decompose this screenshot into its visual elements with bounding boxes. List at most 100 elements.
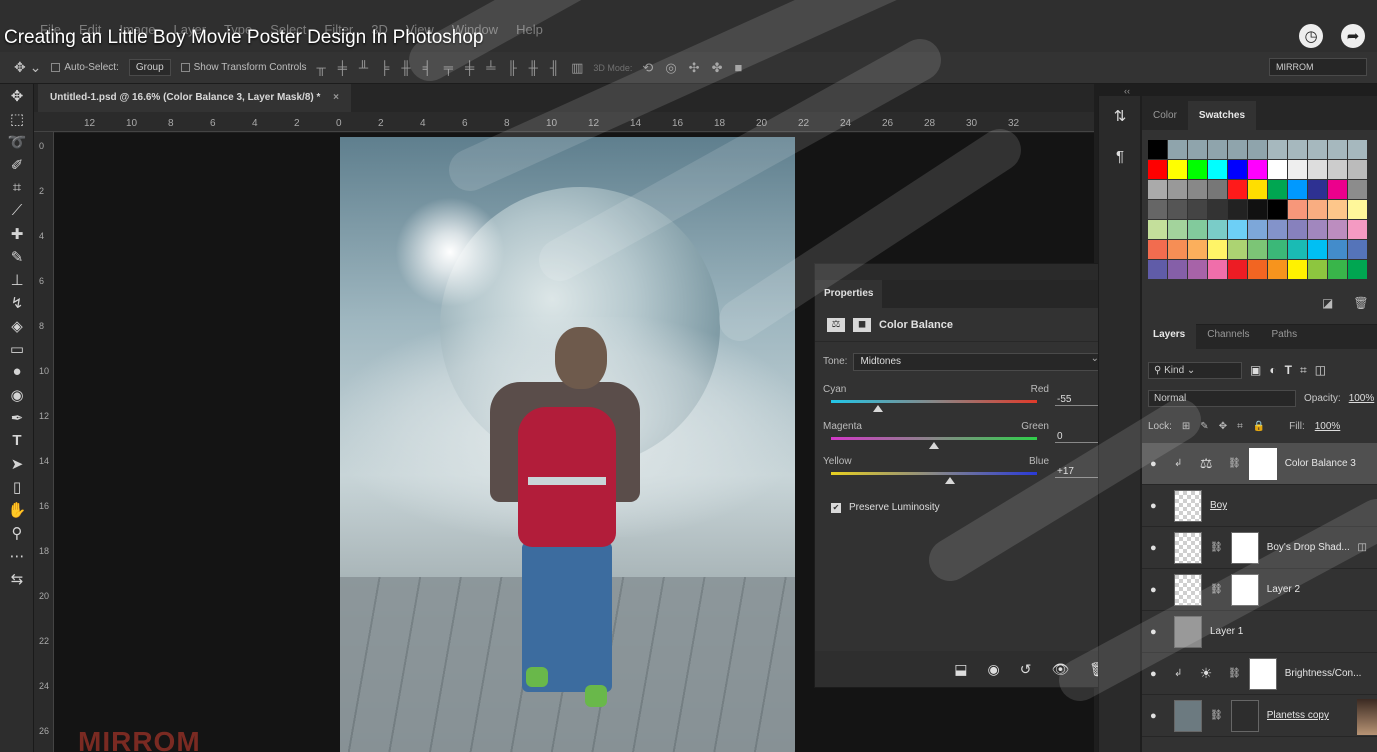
- layer-row[interactable]: ● ↲ ⚖ ⛓ Color Balance 3: [1142, 443, 1377, 485]
- lock-image-icon[interactable]: ✎: [1200, 421, 1208, 432]
- color-swatch[interactable]: [1248, 180, 1267, 199]
- link-icon[interactable]: ⛓: [1210, 542, 1223, 553]
- lock-all-icon[interactable]: 🔒: [1253, 421, 1265, 432]
- color-swatch[interactable]: [1328, 200, 1347, 219]
- layer-mask-thumbnail[interactable]: [1230, 531, 1259, 564]
- slider-value-field[interactable]: 0: [1055, 431, 1103, 443]
- layer-mask-thumbnail[interactable]: [1230, 699, 1259, 732]
- fill-value[interactable]: 100%: [1315, 421, 1341, 432]
- color-swatch[interactable]: [1288, 160, 1307, 179]
- color-swatch[interactable]: [1168, 200, 1187, 219]
- color-swatch[interactable]: [1188, 240, 1207, 259]
- color-swatch[interactable]: [1248, 160, 1267, 179]
- opacity-value[interactable]: 100%: [1349, 393, 1375, 404]
- blur-tool-icon[interactable]: ●: [0, 360, 34, 383]
- color-swatch[interactable]: [1248, 260, 1267, 279]
- link-icon[interactable]: ⛓: [1228, 458, 1241, 469]
- delete-swatch-icon[interactable]: 🗑: [1353, 296, 1368, 310]
- tab-color[interactable]: Color: [1142, 101, 1188, 130]
- color-swatch[interactable]: [1268, 140, 1287, 159]
- tab-paths[interactable]: Paths: [1261, 320, 1309, 349]
- zoom-tool-icon[interactable]: ⚲: [0, 521, 34, 544]
- color-swatch[interactable]: [1208, 200, 1227, 219]
- color-swatch[interactable]: [1228, 200, 1247, 219]
- close-icon[interactable]: ×: [333, 92, 339, 103]
- color-swatch[interactable]: [1148, 260, 1167, 279]
- color-swatch[interactable]: [1228, 240, 1247, 259]
- layer-row[interactable]: ● ⛓ Boy's Drop Shad... ◫: [1142, 527, 1377, 569]
- filter-smart-object-icon[interactable]: ◫: [1315, 363, 1326, 377]
- color-swatch[interactable]: [1188, 200, 1207, 219]
- color-swatch[interactable]: [1188, 180, 1207, 199]
- preserve-luminosity[interactable]: ✔ Preserve Luminosity: [831, 502, 940, 513]
- 3d-roll-icon[interactable]: ◎: [665, 60, 676, 76]
- 3d-slide-icon[interactable]: ✤: [712, 60, 723, 76]
- visibility-eye-icon[interactable]: ●: [1150, 542, 1166, 554]
- color-swatch[interactable]: [1348, 220, 1367, 239]
- menu-help[interactable]: Help: [516, 22, 543, 37]
- slider-thumb[interactable]: [929, 442, 939, 449]
- eraser-tool-icon[interactable]: ◈: [0, 314, 34, 337]
- layer-thumbnail[interactable]: [1174, 699, 1202, 732]
- more-tools-icon[interactable]: ⋯: [0, 544, 34, 567]
- color-swatch[interactable]: [1168, 140, 1187, 159]
- align-left-icon[interactable]: ╞: [380, 60, 389, 76]
- layer-row[interactable]: ● ⛓ Layer 2: [1142, 569, 1377, 611]
- workspace-switcher[interactable]: MIRROM: [1269, 58, 1367, 76]
- brush-tool-icon[interactable]: ✎: [0, 245, 34, 268]
- path-select-tool-icon[interactable]: ➤: [0, 452, 34, 475]
- filter-pixel-icon[interactable]: ▣: [1250, 363, 1261, 377]
- color-swatch[interactable]: [1208, 220, 1227, 239]
- 3d-orbit-icon[interactable]: ⟲: [642, 60, 653, 76]
- auto-align-icon[interactable]: ▥: [571, 60, 583, 76]
- distribute-right-icon[interactable]: ╢: [550, 60, 559, 76]
- layer-thumbnail[interactable]: [1174, 531, 1202, 564]
- properties-dock-icon[interactable]: ⇅: [1099, 96, 1141, 136]
- tab-layers[interactable]: Layers: [1142, 320, 1197, 349]
- color-swatch[interactable]: [1268, 160, 1287, 179]
- show-transform[interactable]: Show Transform Controls: [180, 62, 306, 73]
- color-swatch[interactable]: [1308, 200, 1327, 219]
- color-swatch[interactable]: [1268, 180, 1287, 199]
- color-swatch[interactable]: [1268, 220, 1287, 239]
- clip-to-layer-icon[interactable]: ⬓: [954, 661, 967, 678]
- layer-thumbnail[interactable]: [1174, 615, 1202, 648]
- move-tool-icon[interactable]: ✥ ⌄: [14, 59, 41, 76]
- cyan-red-slider[interactable]: Cyan Red -55: [823, 384, 1123, 424]
- tab-channels[interactable]: Channels: [1196, 320, 1260, 349]
- slider-value-field[interactable]: -55: [1055, 394, 1103, 406]
- color-swatch[interactable]: [1288, 240, 1307, 259]
- color-swatch[interactable]: [1248, 240, 1267, 259]
- color-swatch[interactable]: [1348, 200, 1367, 219]
- slider-value-field[interactable]: +17: [1055, 466, 1103, 478]
- color-swatch[interactable]: [1188, 220, 1207, 239]
- clock-icon[interactable]: ◷: [1299, 24, 1323, 48]
- yellow-blue-slider[interactable]: Yellow Blue +17: [823, 456, 1123, 496]
- tab-swatches[interactable]: Swatches: [1187, 101, 1257, 130]
- show-transform-checkbox[interactable]: [180, 63, 190, 72]
- layer-row[interactable]: ● Boy: [1142, 485, 1377, 527]
- slider-track[interactable]: [831, 437, 1037, 440]
- color-swatch[interactable]: [1348, 180, 1367, 199]
- color-swatch[interactable]: [1248, 220, 1267, 239]
- link-icon[interactable]: ⛓: [1210, 710, 1223, 721]
- lock-artboard-icon[interactable]: ⌗: [1237, 421, 1243, 432]
- filter-type-icon[interactable]: T: [1285, 363, 1292, 377]
- properties-tab[interactable]: Properties: [815, 280, 883, 308]
- color-swatch[interactable]: [1168, 240, 1187, 259]
- color-swatch[interactable]: [1268, 200, 1287, 219]
- view-previous-icon[interactable]: ◉: [987, 661, 999, 678]
- shape-tool-icon[interactable]: ▯: [0, 475, 34, 498]
- layer-mask-thumbnail[interactable]: [1248, 447, 1277, 480]
- color-swatch[interactable]: [1148, 220, 1167, 239]
- gradient-tool-icon[interactable]: ▭: [0, 337, 34, 360]
- layer-row[interactable]: ● Layer 1: [1142, 611, 1377, 653]
- swap-colors-icon[interactable]: ⇆: [0, 567, 34, 590]
- align-bottom-icon[interactable]: ╨: [359, 60, 368, 76]
- quick-select-tool-icon[interactable]: ✐: [0, 153, 34, 176]
- filter-adjustment-icon[interactable]: ◐: [1269, 363, 1276, 377]
- layer-row[interactable]: ● ↲ ☀ ⛓ Brightness/Con...: [1142, 653, 1377, 695]
- visibility-eye-icon[interactable]: ●: [1150, 668, 1166, 680]
- color-swatch[interactable]: [1148, 160, 1167, 179]
- align-hcenter-icon[interactable]: ╫: [401, 60, 410, 76]
